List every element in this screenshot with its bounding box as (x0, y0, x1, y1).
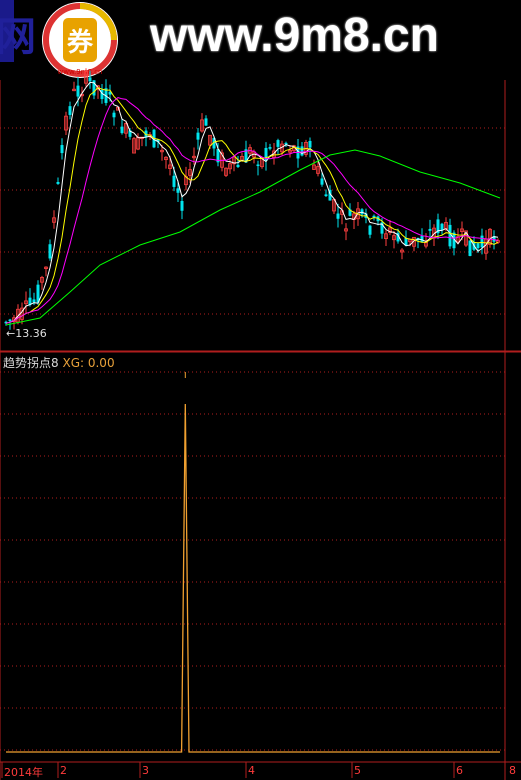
x-axis-label: 6 (456, 764, 463, 777)
x-axis-label: 2014年 (4, 766, 43, 779)
indicator-title: 趋势拐点8 XG: 0.00 (3, 354, 115, 371)
indicator-series-label: XG: (62, 356, 85, 370)
x-axis-right-stub: 8 (509, 764, 516, 777)
indicator-chart (0, 351, 521, 780)
x-axis-label: 4 (248, 764, 255, 777)
x-axis-label: 3 (142, 764, 149, 777)
indicator-name: 趋势拐点8 (3, 356, 59, 370)
indicator-series-value: 0.00 (87, 356, 115, 370)
x-axis-label: 5 (354, 764, 361, 777)
x-axis-label: 2 (60, 764, 67, 777)
